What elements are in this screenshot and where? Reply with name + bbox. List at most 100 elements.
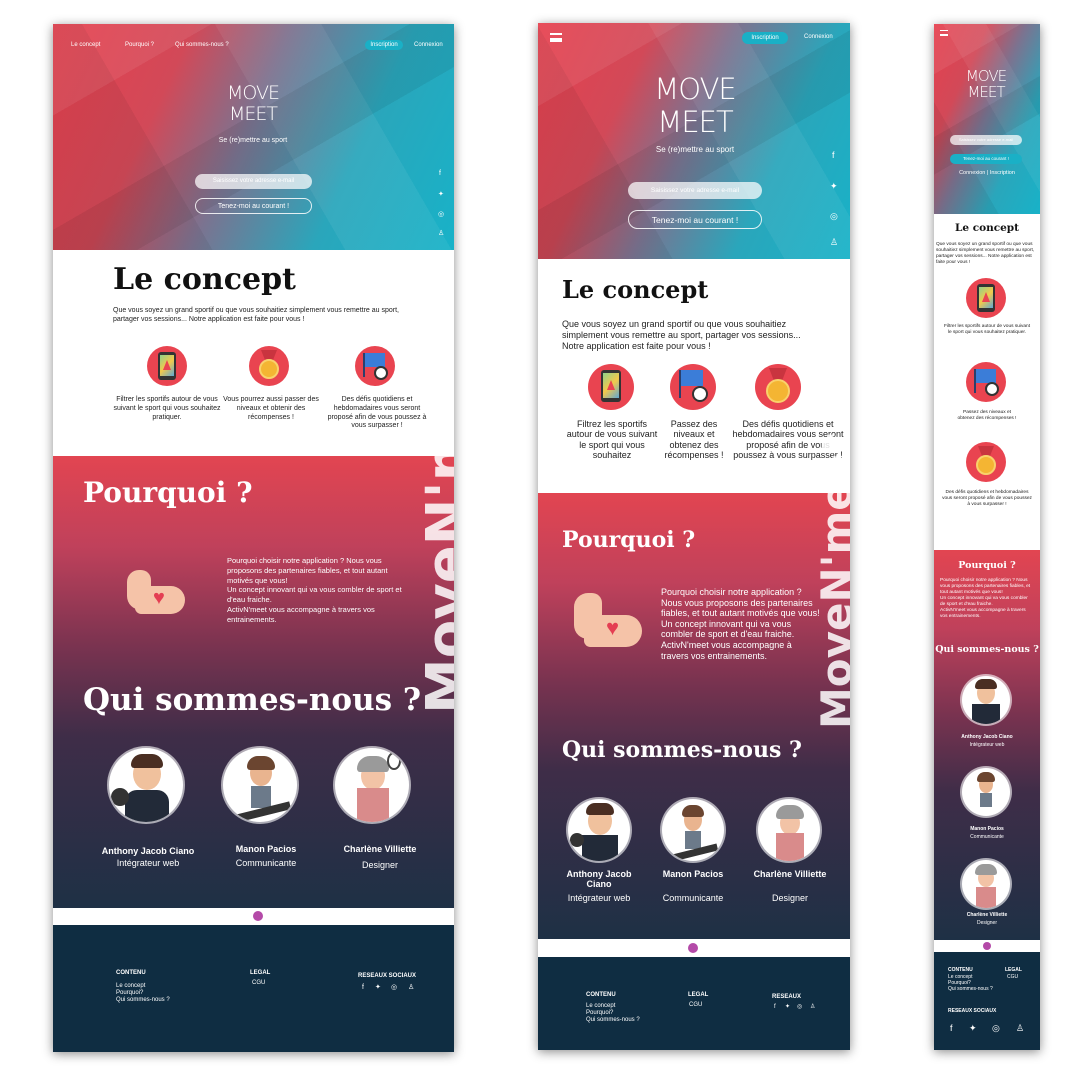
tablet-snapchat-icon[interactable]: ♙ — [830, 238, 838, 247]
tablet-footer-cgu-link[interactable]: CGU — [689, 1002, 702, 1010]
avatar-charlene — [335, 748, 409, 822]
mobile-footer: CONTENU Le concept Pourquoi? Qui sommes-… — [934, 952, 1040, 1050]
tablet-footer-snapchat-icon[interactable]: ♙ — [810, 1004, 815, 1010]
concept-intro: Que vous soyez un grand sportif ou que v… — [113, 307, 399, 324]
nav-qui-link[interactable]: Qui sommes-nous ? — [175, 42, 229, 48]
tablet-avatar-manon — [662, 799, 724, 861]
tablet-footer-twitter-icon[interactable]: ✦ — [785, 1004, 790, 1010]
tablet-email-input[interactable]: Saisissez votre adresse e-mail — [628, 182, 762, 199]
mobile-pourquoi-team-section: Pourquoi ? Pourquoi choisir notre applic… — [934, 550, 1040, 940]
map-phone-icon — [147, 346, 187, 386]
watermark-text: MoveN'meet — [415, 320, 454, 714]
tablet-pourquoi-title: Pourquoi ? — [562, 527, 696, 553]
mobile-footer-cgu-link[interactable]: CGU — [1007, 974, 1018, 980]
mobile-footer-link-qui[interactable]: Qui sommes-nous ? — [948, 986, 993, 992]
mobile-medal-icon — [966, 442, 1006, 482]
twitter-icon[interactable]: ✦ — [438, 191, 444, 198]
mobile-footer-contenu-heading: CONTENU — [948, 967, 973, 973]
mobile-footer-reseaux-heading: RESEAUX SOCIAUX — [948, 1008, 997, 1014]
inscription-button[interactable]: Inscription — [365, 40, 403, 50]
mobile-notify-button[interactable]: Tenez-moi au courant ! — [950, 154, 1022, 164]
tablet-footer-contenu-heading: CONTENU — [586, 992, 616, 998]
mobile-feature-3-text: Des défis quotidiens et hebdomadaires vo… — [942, 490, 1032, 507]
tablet-pourquoi-team-section: Pourquoi ? ♥ Pourquoi choisir notre appl… — [538, 493, 850, 939]
mobile-footer-twitter-icon[interactable]: ✦ — [969, 1024, 977, 1033]
instagram-icon[interactable]: ◎ — [438, 211, 444, 218]
logo: MOVE MEET — [226, 82, 280, 125]
mobile-member-2-role: Communicante — [970, 834, 1004, 840]
mobile-avatar-anthony — [962, 676, 1010, 724]
hamburger-menu-icon[interactable] — [550, 33, 562, 42]
tablet-avatar-anthony — [568, 799, 630, 861]
tablet-watermark-text: MoveN'meet — [812, 433, 850, 729]
tablet-separator-bar — [538, 939, 850, 957]
tablet-flag-stopwatch-icon — [670, 364, 716, 410]
mobile-flag-stopwatch-icon — [966, 362, 1006, 402]
footer-link-qui[interactable]: Qui sommes-nous ? — [116, 997, 170, 1005]
tablet-avatar-charlene — [758, 799, 820, 861]
footer-facebook-icon[interactable]: f — [362, 984, 364, 991]
nav-pourquoi-link[interactable]: Pourquoi ? — [125, 42, 154, 48]
tablet-medal-icon — [755, 364, 801, 410]
member-2-role: Communicante — [235, 858, 297, 868]
tablet-pourquoi-text: Pourquoi choisir notre application ? Nou… — [661, 587, 820, 661]
footer-legal-heading: LEGAL — [250, 970, 271, 976]
mobile-avatar-charlene — [962, 860, 1010, 908]
tablet-member-3-name: Charlène Villiette — [753, 869, 827, 879]
member-3-name: Charlène Villiette — [343, 844, 417, 854]
facebook-icon[interactable]: f — [439, 170, 441, 177]
mobile-footer-snapchat-icon[interactable]: ♙ — [1016, 1024, 1024, 1033]
footer-reseaux-heading: RESEAUX SOCIAUX — [358, 973, 417, 979]
mobile-member-1-role: Intégrateur web — [969, 742, 1005, 748]
tablet-footer-instagram-icon[interactable]: ◎ — [797, 1004, 802, 1010]
tablet-member-1-name: Anthony Jacob Ciano — [566, 869, 632, 890]
tablet-facebook-icon[interactable]: f — [832, 151, 835, 160]
mobile-hero: MOVE MEET Saisissez votre adresse e-mail … — [934, 24, 1040, 214]
footer-snapchat-icon[interactable]: ♙ — [408, 984, 414, 991]
concept-title: Le concept — [113, 262, 296, 297]
tablet-connexion-link[interactable]: Connexion — [804, 34, 833, 40]
tablet-concept-title: Le concept — [562, 275, 709, 304]
email-input[interactable]: Saisissez votre adresse e-mail — [195, 174, 312, 189]
tablet-instagram-icon[interactable]: ◎ — [830, 212, 838, 221]
tablet-footer-facebook-icon[interactable]: f — [774, 1004, 776, 1010]
mobile-concept-section: Le concept Que vous soyez un grand sport… — [934, 214, 1040, 550]
mobile-footer-instagram-icon[interactable]: ◎ — [992, 1024, 1000, 1033]
tablet-footer: CONTENU Le concept Pourquoi? Qui sommes-… — [538, 957, 850, 1050]
avatar-manon — [223, 748, 297, 822]
snapchat-icon[interactable]: ♙ — [438, 230, 444, 237]
connexion-link[interactable]: Connexion — [414, 42, 443, 48]
nav-concept-link[interactable]: Le concept — [71, 42, 100, 48]
tablet-brand-badge-icon — [688, 943, 698, 953]
mobile-footer-legal-heading: LEGAL — [1005, 967, 1022, 973]
brand-badge-icon — [253, 911, 263, 921]
member-3-role: Designer — [361, 860, 399, 870]
tablet-flexed-arm-heart-icon: ♥ — [568, 589, 644, 653]
footer-instagram-icon[interactable]: ◎ — [391, 984, 397, 991]
tablet-tagline: Se (re)mettre au sport — [655, 145, 735, 154]
tablet-logo: MOVE MEET — [654, 72, 737, 139]
tablet-footer-link-qui[interactable]: Qui sommes-nous ? — [586, 1017, 640, 1025]
footer-twitter-icon[interactable]: ✦ — [375, 984, 381, 991]
tablet-notify-button[interactable]: Tenez-moi au courant ! — [628, 210, 762, 229]
mobile-mockup: MOVE MEET Saisissez votre adresse e-mail … — [934, 24, 1040, 1050]
mobile-auth-links[interactable]: Connexion | Inscription — [946, 170, 1028, 176]
tablet-mockup: Inscription Connexion MOVE MEET Se (re)me… — [538, 23, 850, 1050]
tablet-twitter-icon[interactable]: ✦ — [830, 182, 838, 191]
notify-button[interactable]: Tenez-moi au courant ! — [195, 198, 312, 214]
tablet-feature-2-text: Passez des niveaux et obtenez des récomp… — [664, 419, 724, 461]
mobile-feature-1-text: Filtrer les sportifs autour de vous suiv… — [943, 324, 1031, 335]
footer: CONTENU Le concept Pourquoi? Qui sommes-… — [53, 925, 454, 1052]
tablet-inscription-button[interactable]: Inscription — [742, 32, 788, 44]
tablet-member-1-role: Intégrateur web — [567, 893, 631, 903]
mobile-pourquoi-title: Pourquoi ? — [958, 560, 1016, 571]
mobile-concept-title: Le concept — [954, 222, 1019, 234]
mobile-hamburger-menu-icon[interactable] — [940, 30, 948, 36]
mobile-team-title: Qui sommes-nous ? — [935, 644, 1039, 655]
member-1-role: Intégrateur web — [116, 858, 180, 868]
separator-bar — [53, 908, 454, 925]
flexed-arm-heart-icon: ♥ — [121, 564, 187, 620]
footer-cgu-link[interactable]: CGU — [252, 980, 265, 988]
mobile-email-input[interactable]: Saisissez votre adresse e-mail — [950, 135, 1022, 145]
mobile-footer-facebook-icon[interactable]: f — [950, 1024, 953, 1033]
